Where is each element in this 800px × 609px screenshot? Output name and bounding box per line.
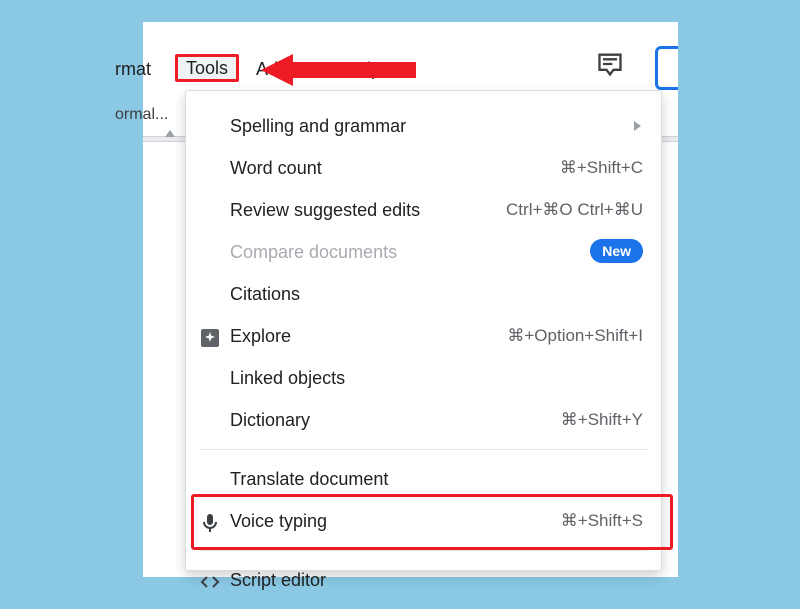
menu-item-label: Word count xyxy=(230,147,322,189)
toolbar-style-fragment: ormal... xyxy=(115,106,168,124)
menu-item-review-suggested-edits[interactable]: Review suggested edits Ctrl+⌘O Ctrl+⌘U xyxy=(186,189,661,231)
menu-addons[interactable]: Add-ons xyxy=(248,55,331,83)
chevron-right-icon xyxy=(634,121,641,131)
menu-separator xyxy=(200,550,647,551)
menu-item-label: Translate document xyxy=(230,458,388,500)
ruler-indent-marker xyxy=(165,130,175,137)
menu-item-label: Voice typing xyxy=(230,500,327,542)
menu-item-linked-objects[interactable]: Linked objects xyxy=(186,357,661,399)
menubar: rmat Tools Add-ons Help xyxy=(143,55,678,83)
code-icon xyxy=(198,567,222,591)
menu-item-explore[interactable]: Explore ⌘+Option+Shift+I xyxy=(186,315,661,357)
microphone-icon xyxy=(198,508,222,532)
menu-item-label: Script editor xyxy=(230,559,326,601)
menu-item-shortcut: Ctrl+⌘O Ctrl+⌘U xyxy=(506,189,643,231)
new-badge: New xyxy=(590,239,643,263)
menu-item-label: Dictionary xyxy=(230,399,310,441)
explore-icon xyxy=(198,323,222,347)
menu-item-citations[interactable]: Citations xyxy=(186,273,661,315)
menu-item-label: Explore xyxy=(230,315,291,357)
menu-item-shortcut: ⌘+Shift+S xyxy=(561,500,643,542)
menu-item-label: Citations xyxy=(230,273,300,315)
app-window: rmat Tools Add-ons Help ormal... Spellin… xyxy=(143,22,678,577)
menu-item-spelling-and-grammar[interactable]: Spelling and grammar xyxy=(186,105,661,147)
menu-item-shortcut: ⌘+Shift+Y xyxy=(561,399,643,441)
menu-item-word-count[interactable]: Word count ⌘+Shift+C xyxy=(186,147,661,189)
menu-item-label: Spelling and grammar xyxy=(230,105,406,147)
menu-item-shortcut: ⌘+Shift+C xyxy=(560,147,643,189)
menu-item-label: Compare documents xyxy=(230,231,397,273)
menu-help[interactable]: Help xyxy=(336,55,389,83)
menu-format[interactable]: rmat xyxy=(107,55,159,83)
menu-item-shortcut: ⌘+Option+Shift+I xyxy=(507,315,643,357)
menu-item-dictionary[interactable]: Dictionary ⌘+Shift+Y xyxy=(186,399,661,441)
menu-tools[interactable]: Tools xyxy=(175,54,239,82)
menu-item-label: Linked objects xyxy=(230,357,345,399)
menu-separator xyxy=(200,449,647,450)
menu-item-compare-documents: Compare documents New xyxy=(186,231,661,273)
menu-item-voice-typing[interactable]: Voice typing ⌘+Shift+S xyxy=(186,500,661,542)
menu-item-label: Review suggested edits xyxy=(230,189,420,231)
menu-item-translate-document[interactable]: Translate document xyxy=(186,458,661,500)
tools-dropdown: Spelling and grammar Word count ⌘+Shift+… xyxy=(185,90,662,571)
menu-item-script-editor[interactable]: Script editor xyxy=(186,559,661,601)
